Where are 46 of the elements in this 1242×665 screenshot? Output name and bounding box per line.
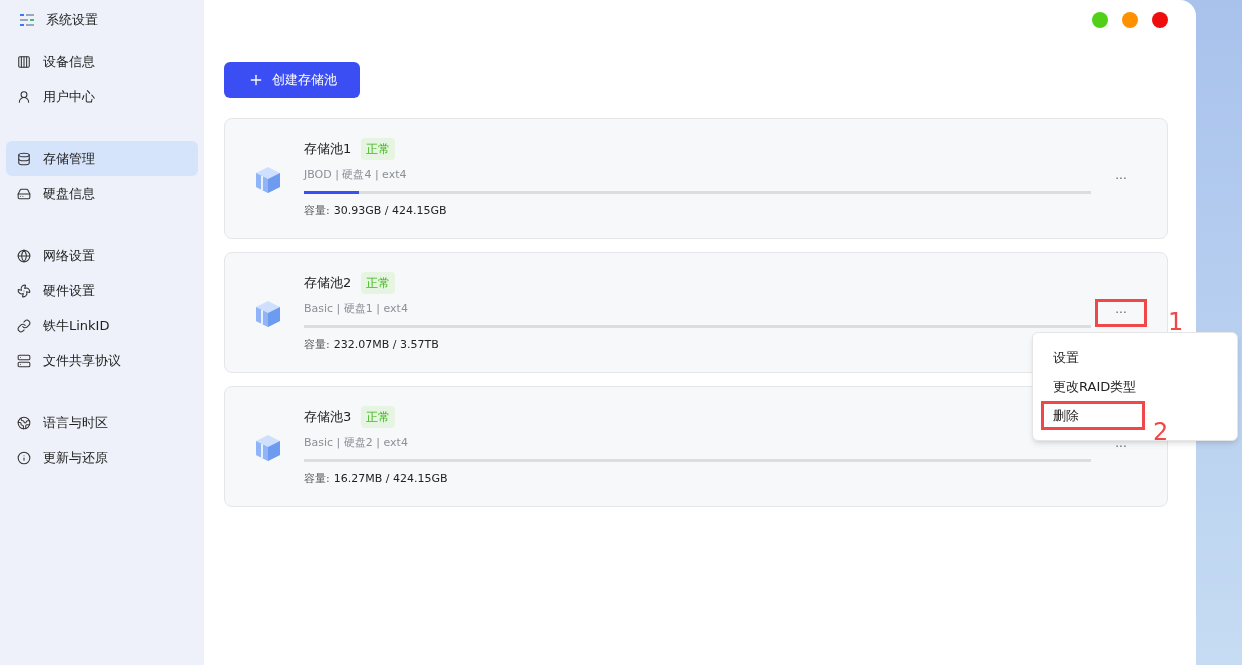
info-icon (17, 450, 31, 465)
menu-item[interactable]: 更改RAID类型 (1041, 372, 1145, 401)
capacity-value: 30.93GB / 424.15GB (333, 203, 447, 219)
server-icon (17, 353, 31, 368)
columns-icon (17, 54, 31, 69)
more-button[interactable]: ··· (1095, 164, 1147, 193)
sidebar-item[interactable]: 设备信息 (6, 44, 198, 79)
pool-details: Basic | 硬盘1 | ext4 (304, 300, 409, 317)
annotation-number: 1 (1168, 310, 1184, 334)
sidebar-item[interactable]: 文件共享协议 (6, 343, 198, 378)
pool-name: 存储池1 (304, 139, 352, 158)
pool-details: JBOD | 硬盘4 | ext4 (304, 166, 408, 183)
capacity-label: 容量: (304, 471, 330, 487)
capacity-label: 容量: (304, 337, 330, 353)
sidebar-item[interactable]: 网络设置 (6, 238, 198, 273)
globe-icon (17, 248, 31, 263)
sidebar-item[interactable]: 硬盘信息 (6, 176, 198, 211)
user-icon (17, 89, 31, 104)
sidebar-item[interactable]: 存储管理 (6, 141, 198, 176)
status-tag: 正常 (361, 137, 396, 160)
hard-drive-icon (17, 186, 31, 201)
fan-icon (17, 283, 31, 298)
sidebar-item[interactable]: 语言与时区 (6, 405, 198, 440)
more-button[interactable]: ··· (1095, 432, 1147, 461)
sidebar-item[interactable]: 用户中心 (6, 79, 198, 114)
pool-details: Basic | 硬盘2 | ext4 (304, 434, 409, 451)
database-icon (17, 151, 31, 166)
sidebar-item[interactable]: 硬件设置 (6, 273, 198, 308)
app-logo-icon (18, 12, 36, 28)
status-tag: 正常 (361, 405, 396, 428)
menu-item[interactable]: 设置 (1041, 343, 1145, 372)
pool-name: 存储池2 (304, 273, 352, 292)
status-tag: 正常 (361, 271, 396, 294)
annotation-number: 2 (1153, 420, 1169, 444)
earth-icon (17, 415, 31, 430)
capacity-label: 容量: (304, 203, 330, 219)
more-button[interactable]: ··· (1095, 298, 1147, 327)
create-pool-button[interactable]: 创建存储池 (224, 62, 360, 98)
pool-name: 存储池3 (304, 407, 352, 426)
link-icon (17, 318, 31, 333)
sidebar-item[interactable]: 更新与还原 (6, 440, 198, 475)
sidebar-item[interactable]: 铁牛LinkID (6, 308, 198, 343)
capacity-value: 232.07MB / 3.57TB (333, 337, 439, 353)
menu-item[interactable]: 删除 (1041, 401, 1145, 430)
capacity-value: 16.27MB / 424.15GB (333, 471, 448, 487)
app-title: 系统设置 (46, 11, 98, 30)
